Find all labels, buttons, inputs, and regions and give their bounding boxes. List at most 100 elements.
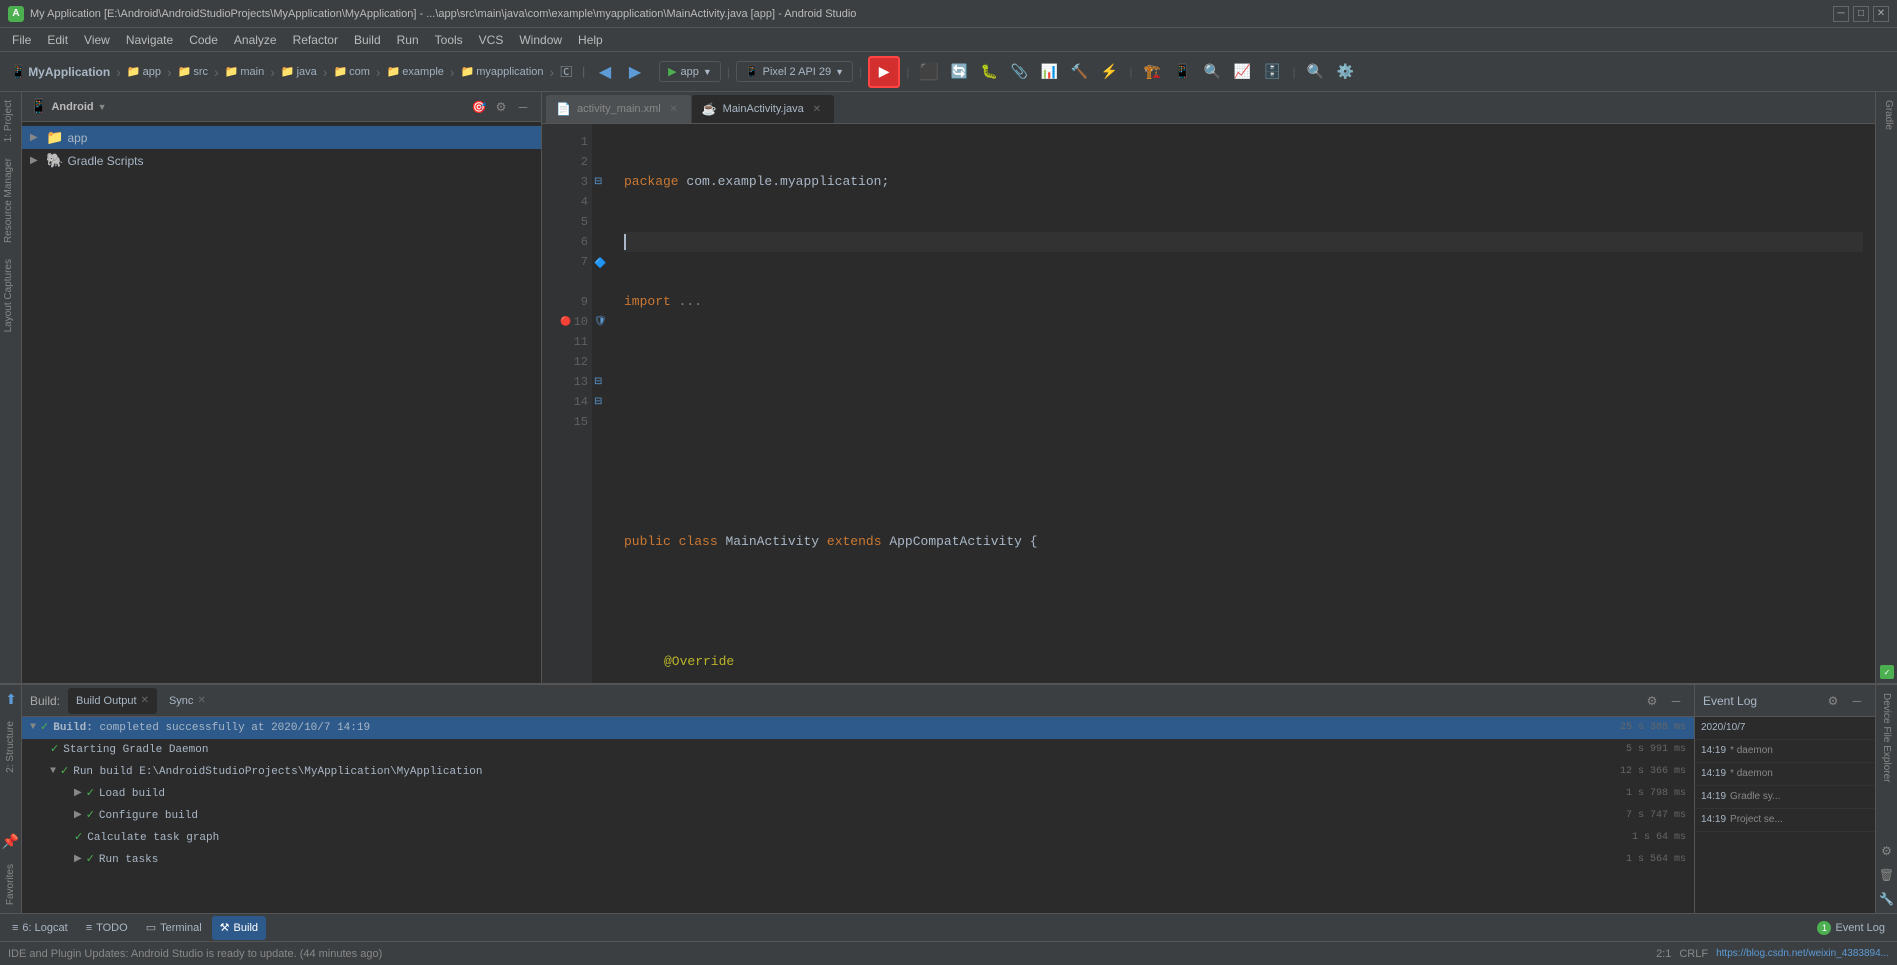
build-row-4[interactable]: ▶ ✓ Configure build 7 s 747 ms	[22, 805, 1694, 827]
sdk-manager-button[interactable]: 🏗️	[1138, 58, 1166, 86]
device-file-delete[interactable]: 🗑	[1877, 865, 1897, 885]
pin-button[interactable]: 📌	[0, 828, 25, 856]
db-inspector-button[interactable]: 🗄️	[1258, 58, 1286, 86]
tree-item-app[interactable]: ▶ 📁 app	[22, 126, 541, 149]
gradle-panel-label[interactable]: Gradle	[1876, 92, 1897, 138]
breadcrumb-app[interactable]: 📁app	[123, 63, 165, 80]
menu-analyze[interactable]: Analyze	[226, 28, 285, 51]
project-panel-label[interactable]: 1: Project	[0, 92, 21, 150]
build-output-tab[interactable]: Build Output ✕	[68, 688, 157, 714]
tab-activity-main-xml[interactable]: 📄 activity_main.xml ✕	[546, 95, 691, 123]
profiler-button[interactable]: 📈	[1228, 58, 1256, 86]
run-app-button[interactable]: ▶	[868, 56, 900, 88]
breadcrumb-java[interactable]: 📁java	[277, 63, 321, 80]
debug-button[interactable]: 🐛	[975, 58, 1003, 86]
stop-button[interactable]: ⬛	[915, 58, 943, 86]
todo-button[interactable]: ≡ TODO	[78, 916, 136, 940]
menu-run[interactable]: Run	[389, 28, 427, 51]
layout-captures-label[interactable]: Layout Captures	[0, 251, 21, 340]
menu-tools[interactable]: Tools	[427, 28, 471, 51]
event-log-minimize[interactable]: ─	[1847, 691, 1867, 711]
navigate-forward-button[interactable]: ▶	[621, 58, 649, 86]
build-row-5[interactable]: ✓ Calculate task graph 1 s 64 ms	[22, 827, 1694, 849]
terminal-button[interactable]: ▭ Terminal	[138, 916, 210, 940]
maximize-button[interactable]: □	[1853, 6, 1869, 22]
avd-manager-button[interactable]: 📱	[1168, 58, 1196, 86]
breadcrumb-c[interactable]: 🄲	[556, 61, 576, 82]
build-row-6[interactable]: ▶ ✓ Run tasks 1 s 564 ms	[22, 849, 1694, 871]
sync-button[interactable]: 🔄	[945, 58, 973, 86]
build-content: ▼ ✓ Build: completed successfully at 202…	[22, 717, 1694, 913]
event-row-0[interactable]: 2020/10/7	[1695, 717, 1875, 740]
coverage-button[interactable]: ⚡	[1095, 58, 1123, 86]
menu-window[interactable]: Window	[511, 28, 570, 51]
logcat-button[interactable]: ≡ 6: Logcat	[4, 916, 76, 940]
structure-label[interactable]: 2: Structure	[2, 713, 19, 781]
event-row-4[interactable]: 14:19 Project se...	[1695, 809, 1875, 832]
resource-manager-label[interactable]: Resource Manager	[0, 150, 21, 251]
collapse-button[interactable]: ─	[513, 97, 533, 117]
build-row-3[interactable]: ▶ ✓ Load build 1 s 798 ms	[22, 783, 1694, 805]
profile-button[interactable]: 📊	[1035, 58, 1063, 86]
tab-close-xml[interactable]: ✕	[667, 102, 681, 116]
build-row-0[interactable]: ▼ ✓ Build: completed successfully at 202…	[22, 717, 1694, 739]
url-status[interactable]: https://blog.csdn.net/weixin_4383894...	[1716, 948, 1889, 959]
tab-main-activity-java[interactable]: ☕ MainActivity.java ✕	[692, 95, 834, 123]
device-file-explorer-label[interactable]: Device File Explorer	[1878, 685, 1895, 790]
build-output-close[interactable]: ✕	[141, 695, 149, 706]
device-file-settings[interactable]: ⚙	[1877, 841, 1897, 861]
locate-button[interactable]: 🎯	[469, 97, 489, 117]
build-tool-button[interactable]: ⚒ Build	[212, 916, 266, 940]
build-button[interactable]: 🔨	[1065, 58, 1093, 86]
cursor-position[interactable]: 2:1	[1656, 948, 1671, 960]
breadcrumb-myapp[interactable]: 📱 MyApplication	[6, 62, 114, 82]
tree-item-gradle[interactable]: ▶ 🐘 Gradle Scripts	[22, 149, 541, 172]
menu-code[interactable]: Code	[181, 28, 226, 51]
attach-button[interactable]: 📎	[1005, 58, 1033, 86]
menu-help[interactable]: Help	[570, 28, 611, 51]
app-selector[interactable]: ▶ app ▼	[659, 61, 721, 82]
menu-view[interactable]: View	[76, 28, 118, 51]
event-row-1[interactable]: 14:19 * daemon	[1695, 740, 1875, 763]
menu-refactor[interactable]: Refactor	[285, 28, 346, 51]
build-minimize-button[interactable]: ─	[1666, 691, 1686, 711]
project-settings-button[interactable]: ⚙	[491, 97, 511, 117]
tab-close-java[interactable]: ✕	[810, 102, 824, 116]
check-icon-0: ✓	[40, 718, 49, 738]
breadcrumb-myapplication[interactable]: 📁myapplication	[457, 63, 548, 80]
breadcrumb-main[interactable]: 📁main	[221, 63, 269, 80]
sync-tab[interactable]: Sync ✕	[161, 688, 214, 714]
menu-build[interactable]: Build	[346, 28, 389, 51]
sync-close[interactable]: ✕	[197, 695, 205, 706]
menu-file[interactable]: File	[4, 28, 39, 51]
breadcrumb-sep-8: ›	[550, 64, 555, 80]
gradle-sync-icon[interactable]: ✓	[1880, 665, 1894, 679]
event-log-settings[interactable]: ⚙	[1823, 691, 1843, 711]
structure-up-button[interactable]: ⬆	[0, 685, 25, 713]
build-settings-button[interactable]: ⚙	[1642, 691, 1662, 711]
tree-label-app: app	[67, 131, 87, 145]
code-content[interactable]: package com.example.myapplication; impor…	[612, 124, 1875, 683]
event-row-3[interactable]: 14:19 Gradle sy...	[1695, 786, 1875, 809]
menu-navigate[interactable]: Navigate	[118, 28, 181, 51]
minimize-button[interactable]: ─	[1833, 6, 1849, 22]
menu-edit[interactable]: Edit	[39, 28, 76, 51]
event-row-2[interactable]: 14:19 * daemon	[1695, 763, 1875, 786]
close-button[interactable]: ✕	[1873, 6, 1889, 22]
breadcrumb-src[interactable]: 📁src	[174, 63, 212, 80]
line-ending[interactable]: CRLF	[1679, 948, 1708, 960]
build-row-2[interactable]: ▼ ✓ Run build E:\AndroidStudioProjects\M…	[22, 761, 1694, 783]
favorites-label[interactable]: Favorites	[2, 856, 19, 913]
menu-vcs[interactable]: VCS	[471, 28, 512, 51]
event-log-button[interactable]: 1 Event Log	[1809, 916, 1893, 940]
navigate-back-button[interactable]: ◀	[591, 58, 619, 86]
device-selector[interactable]: 📱 Pixel 2 API 29 ▼	[736, 61, 853, 82]
breadcrumb-example[interactable]: 📁example	[383, 63, 448, 80]
device-file-wrench[interactable]: 🔧	[1877, 889, 1897, 909]
settings-button[interactable]: ⚙️	[1332, 58, 1360, 86]
code-line-2	[624, 232, 1863, 252]
layout-inspector-button[interactable]: 🔍	[1198, 58, 1226, 86]
build-row-1[interactable]: ✓ Starting Gradle Daemon 5 s 991 ms	[22, 739, 1694, 761]
breadcrumb-com[interactable]: 📁com	[329, 63, 373, 80]
search-everywhere-button[interactable]: 🔍	[1302, 58, 1330, 86]
